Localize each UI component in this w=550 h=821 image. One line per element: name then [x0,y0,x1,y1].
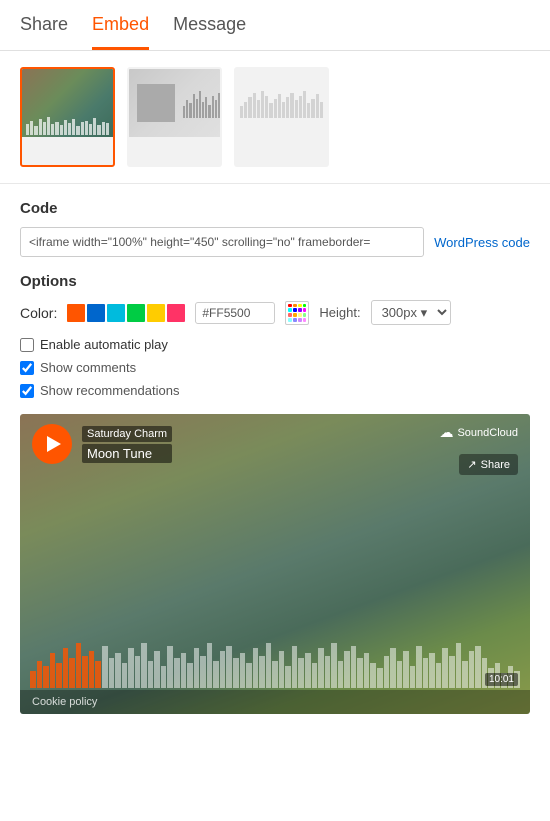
template-3-art [236,69,327,137]
template-2[interactable] [127,67,222,167]
template-selector [0,51,550,183]
swatch-cyan[interactable] [107,304,125,322]
tab-share[interactable]: Share [20,14,68,50]
preview-share-button[interactable]: ↗ Share [459,454,518,475]
share-icon: ↗ [467,458,476,471]
template-2-art [129,69,220,137]
show-recommendations-checkbox[interactable] [20,384,34,398]
tab-message[interactable]: Message [173,14,246,50]
track-artist: Saturday Charm [82,426,172,442]
show-recommendations-label: Show recommendations [40,383,179,398]
code-input[interactable] [20,227,424,257]
autoplay-label: Enable automatic play [40,337,168,352]
share-label: Share [481,459,510,471]
embed-preview: Saturday Charm Moon Tune ☁ SoundCloud ↗ … [20,414,530,714]
preview-play-button[interactable] [32,424,72,464]
height-select[interactable]: 300px ▾ 150px 200px 450px [371,300,451,325]
swatch-yellow[interactable] [147,304,165,322]
soundcloud-logo: ☁ SoundCloud [439,424,518,441]
template-1[interactable] [20,67,115,167]
show-comments-row: Show comments [20,360,530,375]
wordpress-code-link[interactable]: WordPress code [434,235,530,250]
autoplay-checkbox[interactable] [20,338,34,352]
color-swatches [67,304,185,322]
show-comments-label: Show comments [40,360,136,375]
template-3[interactable] [234,67,329,167]
height-label: Height: [319,305,360,320]
options-title: Options [20,273,530,290]
embed-top-bar: Saturday Charm Moon Tune [20,414,530,474]
swatch-pink[interactable] [167,304,185,322]
cookie-policy-link[interactable]: Cookie policy [32,696,97,708]
swatch-orange[interactable] [67,304,85,322]
swatch-green[interactable] [127,304,145,322]
embed-waveform[interactable] [20,638,530,688]
tab-embed[interactable]: Embed [92,14,149,50]
options-section: Options Color: Height: 300px ▾ 150px 200… [0,273,550,398]
embed-footer: Cookie policy [20,690,530,714]
track-info: Saturday Charm Moon Tune [82,426,172,463]
code-section: Code WordPress code [0,200,550,257]
color-grid-button[interactable] [285,301,309,325]
template-1-waveform [26,117,109,135]
soundcloud-brand: SoundCloud [457,427,518,439]
soundcloud-cloud-icon: ☁ [439,424,453,441]
color-label: Color: [20,305,57,321]
color-hex-input[interactable] [195,302,275,324]
play-triangle-icon [47,436,61,452]
embed-time: 10:01 [485,673,518,686]
template-1-art [22,69,113,137]
show-comments-checkbox[interactable] [20,361,34,375]
track-title: Moon Tune [82,444,172,463]
code-row: WordPress code [20,227,530,257]
color-options-row: Color: Height: 300px ▾ 150px 200px 450px [20,300,530,325]
swatch-blue[interactable] [87,304,105,322]
enable-autoplay-row: Enable automatic play [20,337,530,352]
section-divider-1 [0,183,550,184]
code-title: Code [20,200,530,217]
show-recommendations-row: Show recommendations [20,383,530,398]
tab-bar: Share Embed Message [0,0,550,51]
